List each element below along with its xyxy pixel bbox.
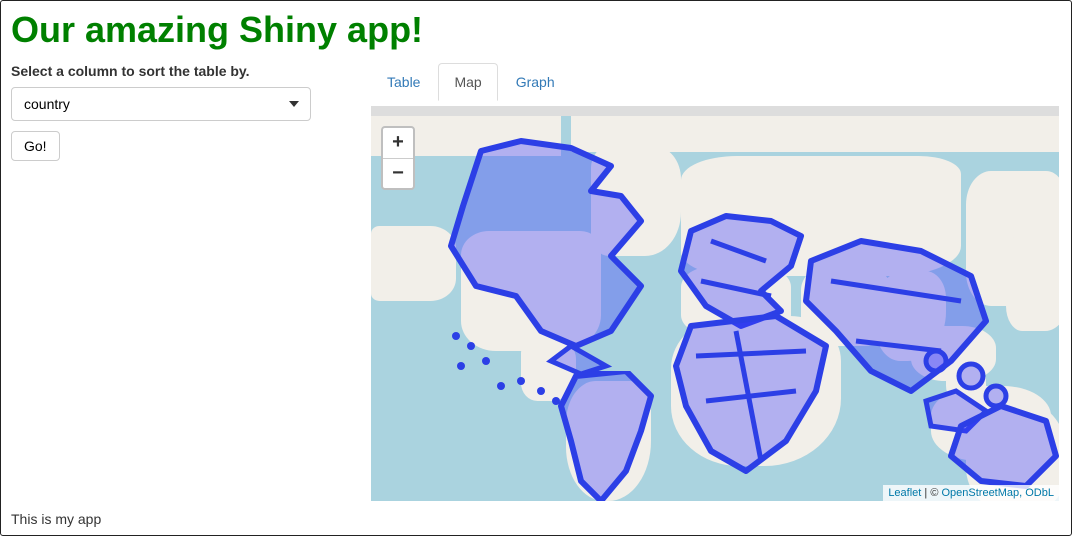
chevron-down-icon: [289, 101, 299, 107]
footer-text: This is my app: [11, 511, 1061, 527]
map-overlay-caribbean-dots: [491, 376, 571, 436]
zoom-in-button[interactable]: +: [383, 128, 413, 158]
column-select-value: country: [24, 96, 70, 112]
map-overlay-south-america: [556, 371, 676, 501]
sidebar: Select a column to sort the table by. co…: [11, 63, 361, 501]
go-button[interactable]: Go!: [11, 131, 60, 161]
tab-graph[interactable]: Graph: [500, 63, 571, 101]
tab-map[interactable]: Map: [438, 63, 497, 101]
tabset: Table Map Graph: [371, 63, 1061, 102]
map-attribution: Leaflet | © OpenStreetMap, ODbL: [883, 485, 1059, 501]
osm-link[interactable]: OpenStreetMap, ODbL: [941, 487, 1054, 499]
column-select[interactable]: country: [11, 87, 311, 121]
leaflet-map[interactable]: + −: [371, 106, 1059, 501]
page-title: Our amazing Shiny app!: [11, 9, 1061, 51]
tab-table[interactable]: Table: [371, 63, 436, 101]
main-panel: Table Map Graph + −: [371, 63, 1061, 501]
zoom-out-button[interactable]: −: [383, 158, 413, 188]
zoom-control: + −: [381, 126, 415, 190]
select-label: Select a column to sort the table by.: [11, 63, 361, 79]
leaflet-link[interactable]: Leaflet: [888, 487, 921, 499]
